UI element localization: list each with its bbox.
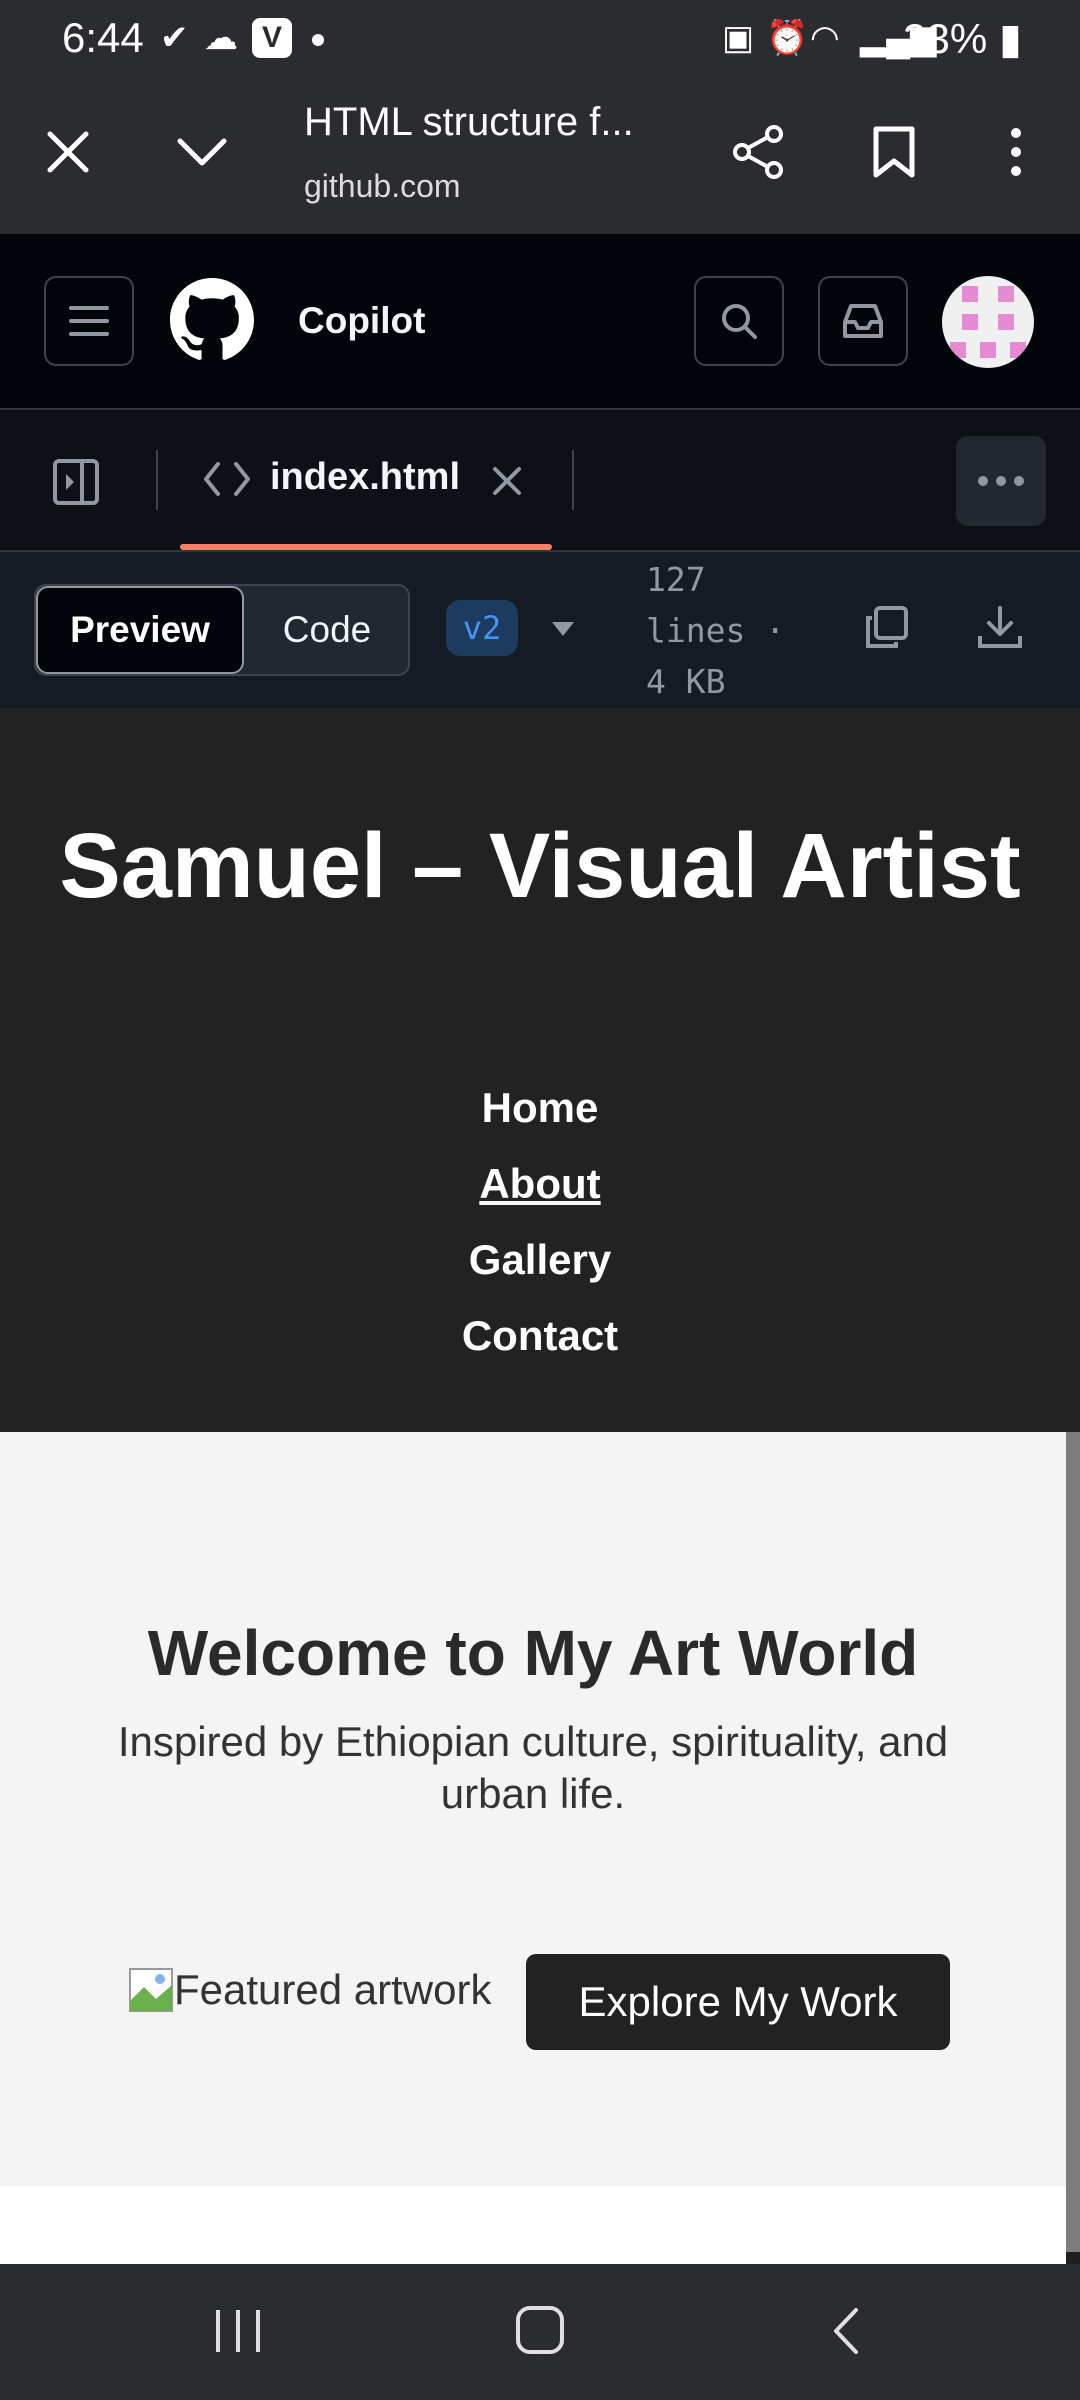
bookmark-icon: [873, 126, 915, 178]
weather-icon: ☁: [204, 19, 238, 57]
inbox-icon: [843, 304, 883, 338]
nav-link-home[interactable]: Home: [0, 1084, 1080, 1132]
wifi-icon: ◠: [810, 19, 840, 57]
search-icon: [722, 304, 757, 339]
back-button[interactable]: [826, 2306, 866, 2361]
minimize-button[interactable]: [162, 112, 242, 192]
kebab-menu-icon: [1011, 128, 1021, 176]
divider: [572, 450, 574, 510]
download-icon: [978, 606, 1022, 648]
download-button[interactable]: [976, 604, 1024, 657]
chevron-down-icon: [177, 138, 227, 166]
github-header: Copilot: [0, 234, 1080, 410]
github-logo-icon[interactable]: [170, 278, 254, 362]
ellipsis-icon: [978, 476, 1024, 486]
home-icon: [516, 2306, 564, 2354]
recent-apps-button[interactable]: [212, 2306, 264, 2361]
check-notification-icon: ✔: [160, 19, 189, 57]
back-icon: [834, 2308, 858, 2354]
close-icon: [47, 131, 89, 173]
context-label[interactable]: Copilot: [298, 300, 425, 342]
copy-button[interactable]: [862, 604, 910, 657]
toggle-sidebar-button[interactable]: [52, 458, 100, 511]
nav-link-about[interactable]: About: [0, 1160, 1080, 1208]
system-nav-bar: [0, 2264, 1080, 2400]
image-alt-text: Featured artwork: [174, 1966, 492, 2013]
preview-button[interactable]: Preview: [36, 586, 244, 674]
bookmark-button[interactable]: [854, 112, 934, 192]
battery-level: 33% ▮: [903, 15, 1022, 62]
file-tab-bar: index.html: [0, 410, 1080, 552]
share-icon: [733, 125, 783, 179]
hero-section: Welcome to My Art World Inspired by Ethi…: [0, 1432, 1066, 2186]
tab-index-html[interactable]: index.html: [180, 410, 552, 550]
status-time: 6:44: [62, 14, 144, 61]
file-info: 127 lines · 4 KB: [646, 552, 796, 707]
sidebar-expand-icon: [53, 459, 99, 505]
code-button[interactable]: Code: [246, 586, 408, 674]
line-label: lines ·: [646, 611, 786, 650]
browser-toolbar: HTML structure f... github.com: [0, 78, 1080, 234]
avatar[interactable]: [942, 276, 1034, 368]
page-content-below: [0, 2186, 1066, 2264]
recent-apps-icon: [216, 2310, 260, 2352]
more-actions-button[interactable]: [956, 436, 1046, 526]
url-label[interactable]: github.com: [304, 168, 461, 205]
view-mode-toggle: Preview Code: [34, 584, 410, 676]
identicon-icon: [950, 286, 1026, 358]
explore-work-button[interactable]: Explore My Work: [526, 1954, 950, 2050]
notification-dot-icon: [312, 34, 324, 46]
inbox-button[interactable]: [818, 276, 908, 366]
line-count: 127: [646, 560, 706, 599]
nav-link-contact[interactable]: Contact: [0, 1312, 1080, 1360]
nfc-icon: ▣: [722, 19, 755, 57]
page-title[interactable]: HTML structure f...: [304, 100, 634, 145]
file-size: 4 KB: [646, 662, 726, 701]
code-icon: [204, 462, 250, 496]
hamburger-icon: [69, 306, 109, 336]
divider: [156, 450, 158, 510]
status-bar: 6:44 ✔ ☁ V ▣ ⏰ ◠ ▂▄▆ 33% ▮: [0, 0, 1080, 78]
nav-link-gallery[interactable]: Gallery: [0, 1236, 1080, 1284]
scroll-track: [1066, 708, 1080, 1432]
share-button[interactable]: [718, 112, 798, 192]
featured-artwork-image: Featured artwork: [128, 1966, 491, 2014]
broken-image-icon: [129, 1968, 173, 2012]
more-options-button[interactable]: [976, 112, 1056, 192]
hero-text: Inspired by Ethiopian culture, spiritual…: [117, 1718, 949, 1817]
scrollbar[interactable]: [1066, 1432, 1080, 2252]
site-header: Samuel – Visual Artist Home About Galler…: [0, 708, 1080, 1432]
app-v-icon: V: [252, 18, 292, 58]
copy-icon: [866, 606, 908, 648]
site-title: Samuel – Visual Artist: [59, 815, 1021, 917]
tab-label: index.html: [270, 456, 461, 498]
caret-down-icon[interactable]: [552, 622, 574, 636]
search-button[interactable]: [694, 276, 784, 366]
version-badge[interactable]: v2: [446, 600, 518, 656]
hero-heading: Welcome to My Art World: [147, 1617, 919, 1689]
close-tab-button[interactable]: [28, 112, 108, 192]
active-tab-indicator: [180, 544, 552, 550]
close-tab-icon[interactable]: [492, 466, 522, 496]
hamburger-menu-button[interactable]: [44, 276, 134, 366]
file-toolbar: Preview Code v2 127 lines · 4 KB: [0, 552, 1080, 710]
alarm-icon: ⏰: [766, 19, 809, 57]
home-button[interactable]: [514, 2304, 566, 2361]
